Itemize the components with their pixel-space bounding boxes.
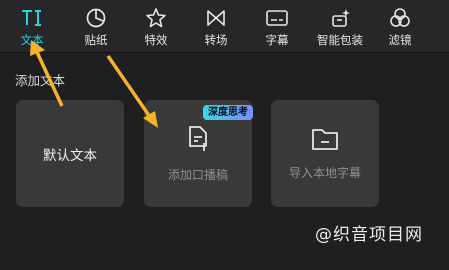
arrow-to-add-script	[106, 55, 158, 128]
watermark: @织音项目网	[315, 225, 423, 245]
arrow-to-text-tab	[30, 40, 64, 107]
